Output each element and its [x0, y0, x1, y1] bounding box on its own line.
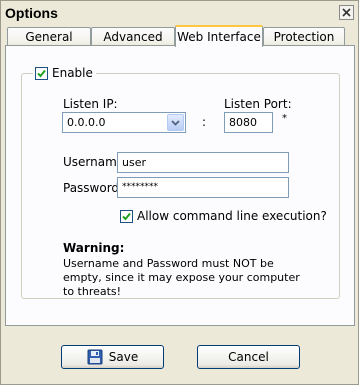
enable-checkbox-row[interactable]: Enable	[33, 65, 96, 81]
listen-ip-label: Listen IP:	[63, 97, 118, 111]
close-icon	[342, 8, 351, 17]
username-input[interactable]: user	[117, 152, 289, 173]
tab-general[interactable]: General	[7, 27, 91, 46]
password-label: Password:	[63, 181, 124, 195]
enable-label: Enable	[52, 66, 93, 80]
tab-web-interface[interactable]: Web Interface	[175, 25, 263, 47]
allow-cmd-checkbox-row[interactable]: Allow command line execution?	[120, 209, 327, 223]
listen-port-input[interactable]: 8080	[224, 112, 273, 133]
checkmark-icon	[37, 69, 46, 77]
window-title: Options	[5, 5, 58, 21]
checkmark-icon	[122, 212, 131, 220]
ip-port-separator: :	[202, 115, 207, 129]
warning-text: Username and Password must NOT be empty,…	[63, 257, 300, 298]
floppy-disk-icon	[87, 349, 103, 365]
cancel-label: Cancel	[228, 350, 269, 364]
listen-ip-value: 0.0.0.0	[67, 116, 106, 129]
tab-protection[interactable]: Protection	[263, 27, 345, 46]
listen-port-label: Listen Port:	[224, 97, 292, 111]
save-button[interactable]: Save	[61, 345, 164, 369]
allow-cmd-label: Allow command line execution?	[137, 209, 327, 223]
allow-cmd-checkbox[interactable]	[120, 209, 133, 223]
save-label: Save	[108, 350, 139, 364]
tab-strip: General Advanced Web Interface Protectio…	[1, 25, 358, 47]
chevron-down-icon	[171, 119, 180, 126]
title-bar: Options	[1, 1, 358, 25]
tab-protection-label: Protection	[273, 30, 335, 44]
tab-general-label: General	[25, 30, 73, 44]
warning-title: Warning:	[63, 241, 125, 255]
enable-checkbox[interactable]	[35, 66, 48, 80]
listen-ip-dropdown-button[interactable]	[167, 114, 184, 131]
close-button[interactable]	[339, 5, 354, 20]
options-window: Options General Advanced Web Interface P…	[0, 0, 359, 385]
tab-web-interface-label: Web Interface	[177, 30, 261, 44]
password-input[interactable]: ********	[117, 177, 289, 198]
cancel-button[interactable]: Cancel	[197, 345, 300, 369]
port-required-marker: *	[282, 113, 287, 124]
tab-advanced[interactable]: Advanced	[91, 27, 175, 46]
listen-ip-select[interactable]: 0.0.0.0	[62, 112, 186, 133]
tab-advanced-label: Advanced	[103, 30, 163, 44]
